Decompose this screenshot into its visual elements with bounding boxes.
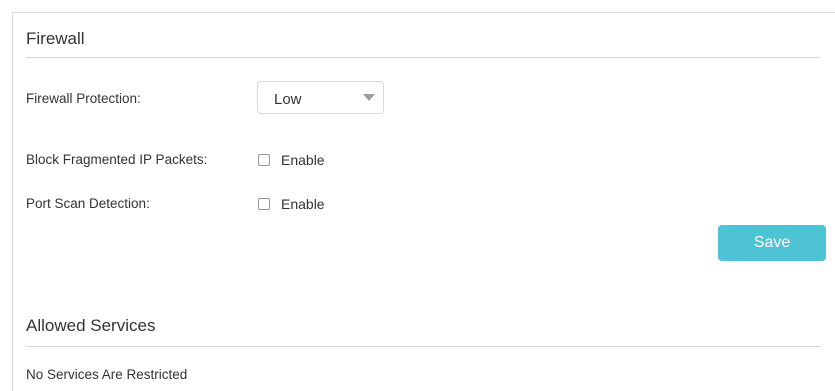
firewall-settings-panel: Firewall Firewall Protection: Low Block … [0,0,835,391]
block-fragmented-checkbox[interactable] [258,154,270,166]
allowed-services-title: Allowed Services [26,316,156,335]
block-fragmented-enable-label: Enable [281,152,325,168]
firewall-protection-select[interactable]: Low [257,81,384,114]
firewall-protection-label: Firewall Protection: [26,91,141,106]
firewall-protection-value: Low [274,91,302,108]
panel-top-border [12,12,835,13]
panel-left-border [12,12,13,391]
save-button[interactable]: Save [718,225,826,261]
chevron-down-icon [363,94,375,101]
allowed-services-divider [26,346,821,347]
port-scan-checkbox-row[interactable]: Enable [258,196,325,212]
port-scan-checkbox[interactable] [258,198,270,210]
allowed-services-message: No Services Are Restricted [26,367,188,382]
port-scan-label: Port Scan Detection: [26,196,150,211]
firewall-section-title: Firewall [26,29,85,48]
block-fragmented-label: Block Fragmented IP Packets: [26,152,208,167]
firewall-section-divider [26,57,821,58]
block-fragmented-checkbox-row[interactable]: Enable [258,152,325,168]
port-scan-enable-label: Enable [281,196,325,212]
